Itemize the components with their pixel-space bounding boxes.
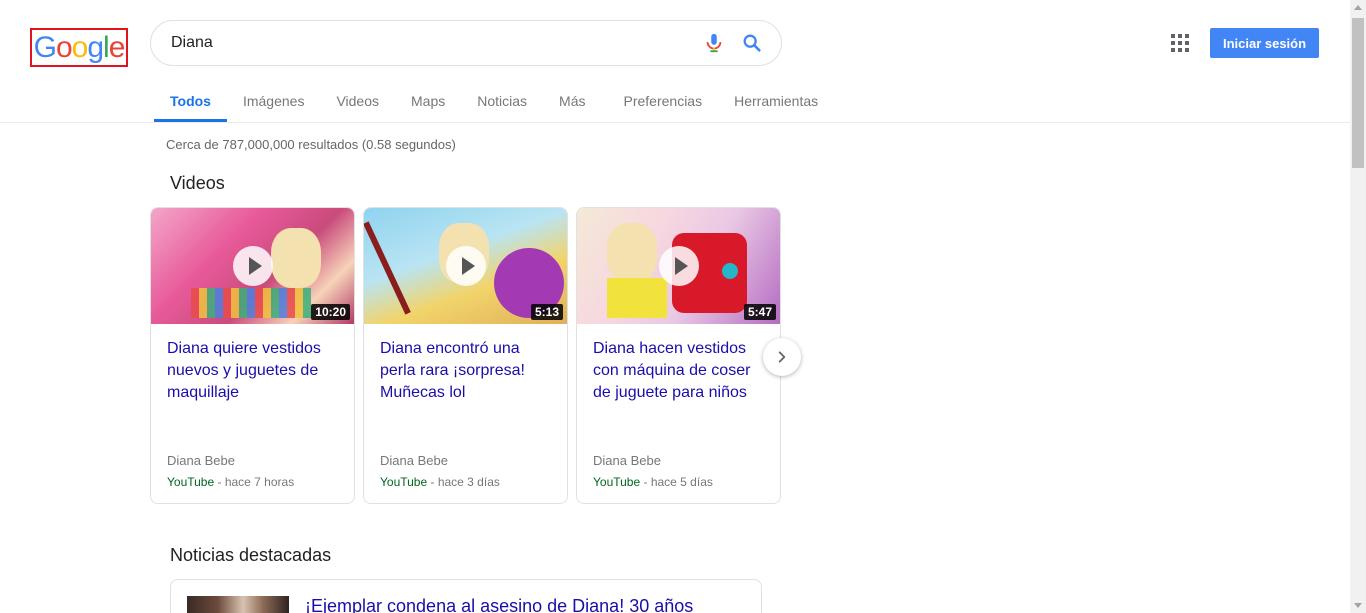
video-duration: 10:20 — [311, 304, 350, 320]
search-results-page: Google Iniciar sesión Todos Imágenes Vid… — [0, 0, 1366, 613]
video-card[interactable]: 5:13 Diana encontró una perla rara ¡sorp… — [363, 207, 568, 504]
scrollbar-thumb[interactable] — [1352, 18, 1364, 168]
video-title-link[interactable]: Diana encontró una perla rara ¡sorpresa!… — [380, 338, 555, 404]
scroll-down-arrow[interactable] — [1354, 603, 1362, 608]
video-age: - hace 7 horas — [214, 475, 295, 489]
video-card[interactable]: 10:20 Diana quiere vestidos nuevos y jug… — [150, 207, 355, 504]
play-icon[interactable] — [446, 246, 486, 286]
news-title-link[interactable]: ¡Ejemplar condena al asesino de Diana! 3… — [305, 596, 693, 613]
tab-mas[interactable]: Más — [543, 80, 601, 122]
tab-imagenes[interactable]: Imágenes — [227, 80, 320, 122]
search-tabs: Todos Imágenes Videos Maps Noticias Más … — [154, 80, 834, 122]
video-thumbnail[interactable]: 5:47 — [577, 208, 780, 324]
video-source: YouTube — [593, 475, 641, 489]
search-box — [150, 20, 782, 66]
tab-todos[interactable]: Todos — [154, 80, 227, 122]
search-input[interactable] — [171, 21, 691, 65]
result-stats: Cerca de 787,000,000 resultados (0.58 se… — [166, 137, 456, 152]
tab-preferencias[interactable]: Preferencias — [608, 80, 719, 122]
chevron-right-icon — [778, 351, 786, 363]
news-section-title: Noticias destacadas — [170, 545, 332, 565]
video-title-link[interactable]: Diana hacen vestidos con máquina de cose… — [593, 338, 768, 404]
news-card[interactable]: ¡Ejemplar condena al asesino de Diana! 3… — [170, 579, 762, 613]
tab-herramientas[interactable]: Herramientas — [718, 80, 834, 122]
video-source: YouTube — [380, 475, 428, 489]
video-age: - hace 3 días — [427, 475, 500, 489]
video-source: YouTube — [167, 475, 215, 489]
search-icon[interactable] — [741, 32, 763, 54]
video-channel: Diana Bebe — [380, 453, 448, 468]
video-age: - hace 5 días — [640, 475, 713, 489]
videos-section-title: Videos — [170, 173, 225, 193]
google-logo[interactable]: Google — [30, 28, 128, 67]
play-icon[interactable] — [659, 246, 699, 286]
video-card[interactable]: 5:47 Diana hacen vestidos con máquina de… — [576, 207, 781, 504]
tab-maps[interactable]: Maps — [395, 80, 461, 122]
video-title-link[interactable]: Diana quiere vestidos nuevos y juguetes … — [167, 338, 342, 404]
video-meta: YouTube - hace 5 días — [593, 475, 713, 489]
videos-next-button[interactable] — [763, 338, 801, 376]
video-meta: YouTube - hace 3 días — [380, 475, 500, 489]
video-duration: 5:47 — [743, 304, 776, 320]
scroll-up-arrow[interactable] — [1354, 5, 1362, 10]
video-meta: YouTube - hace 7 horas — [167, 475, 294, 489]
video-thumbnail[interactable]: 5:13 — [364, 208, 567, 324]
news-thumbnail[interactable] — [187, 596, 289, 613]
tab-videos[interactable]: Videos — [320, 80, 395, 122]
microphone-icon[interactable] — [703, 32, 725, 54]
header-divider — [0, 122, 1350, 123]
play-icon[interactable] — [233, 246, 273, 286]
signin-button[interactable]: Iniciar sesión — [1210, 28, 1319, 58]
google-logo-wordmark: Google — [33, 30, 126, 64]
page-scrollbar[interactable] — [1350, 0, 1366, 613]
video-duration: 5:13 — [530, 304, 563, 320]
tab-noticias[interactable]: Noticias — [461, 80, 543, 122]
video-channel: Diana Bebe — [167, 453, 235, 468]
video-channel: Diana Bebe — [593, 453, 661, 468]
video-thumbnail[interactable]: 10:20 — [151, 208, 354, 324]
apps-grid-icon[interactable] — [1171, 34, 1189, 52]
